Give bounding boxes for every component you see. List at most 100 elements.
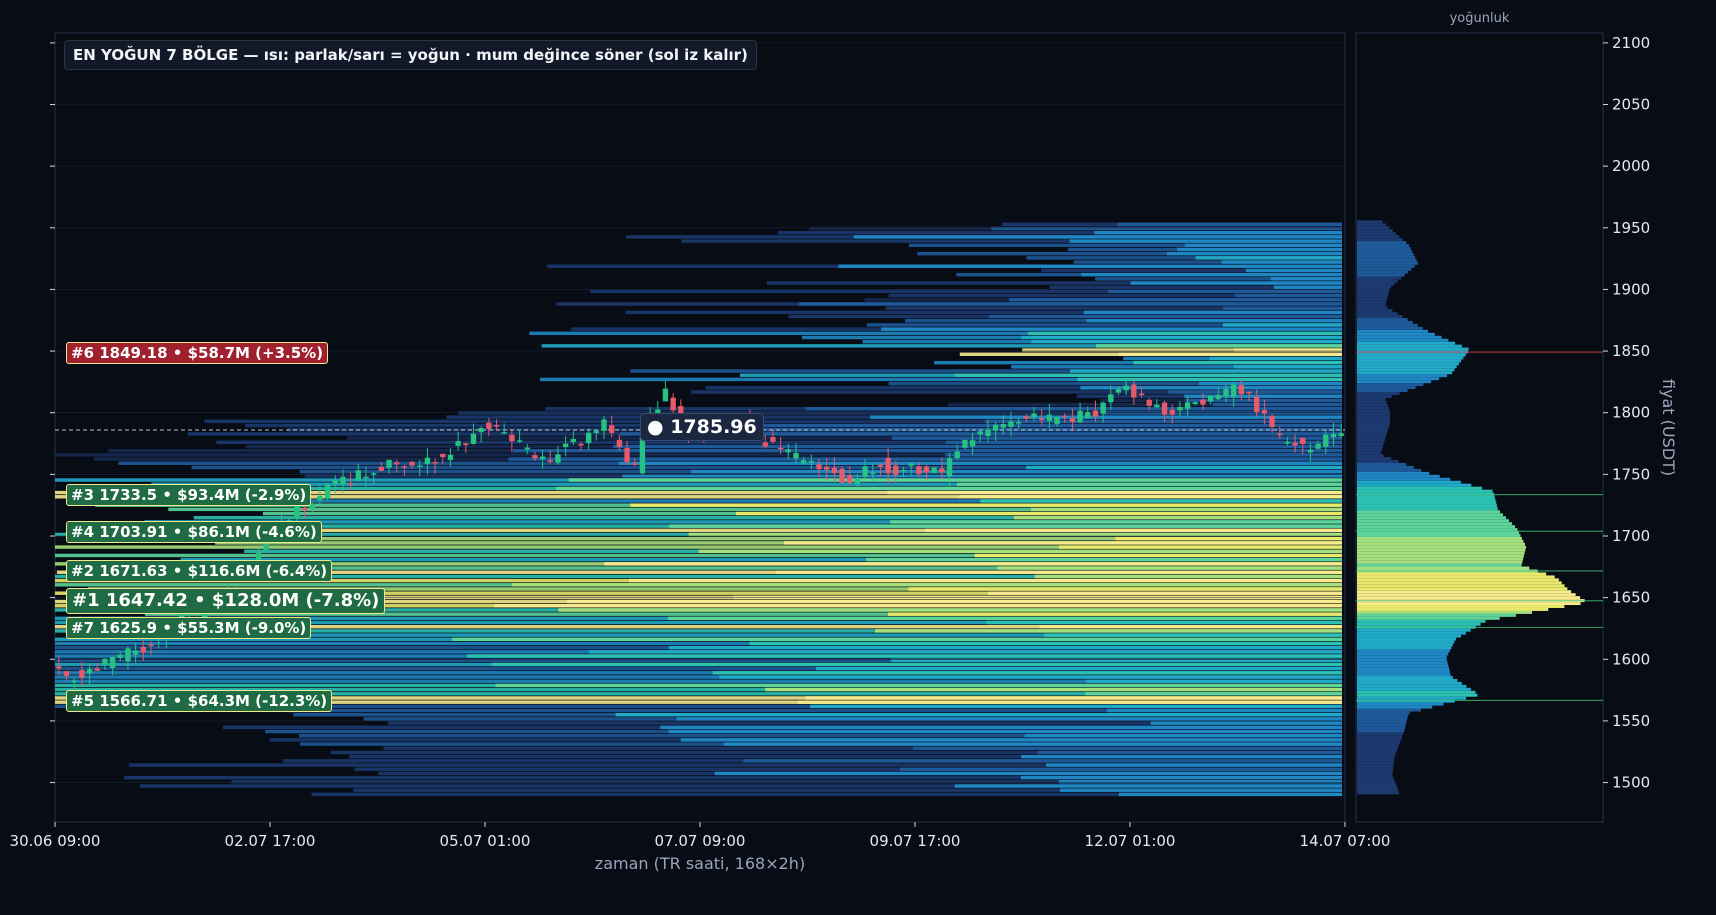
profile-bar: [1357, 477, 1451, 481]
candle-body: [1085, 412, 1091, 418]
heat-band-bright: [491, 662, 1343, 667]
chart-title: EN YOĞUN 7 BÖLGE — ısı: parlak/sarı = yo…: [64, 40, 757, 70]
heat-band-bright: [1168, 390, 1342, 394]
candle-body: [762, 442, 768, 447]
candle-body: [378, 466, 385, 471]
candle-body: [1138, 393, 1145, 396]
profile-bar: [1357, 693, 1478, 697]
candle-body: [401, 466, 408, 468]
profile-bar: [1357, 670, 1450, 674]
profile-bar: [1357, 643, 1453, 647]
heat-band-bright: [986, 620, 1342, 625]
profile-bar: [1357, 616, 1500, 620]
candle-body: [1146, 399, 1152, 406]
candle-body: [632, 463, 638, 465]
candle-body: [1015, 422, 1022, 424]
profile-bar: [1357, 421, 1390, 425]
heat-band-bright: [891, 436, 1342, 440]
heat-band-bright: [558, 608, 1342, 612]
candle-body: [670, 397, 676, 411]
candle-body: [71, 680, 77, 683]
heat-band-bright: [991, 226, 1342, 231]
candle-body: [962, 439, 968, 448]
heat-band-bright: [866, 557, 1342, 562]
profile-bar: [1357, 326, 1423, 330]
heat-band-bright: [899, 767, 1342, 771]
heat-band-bright: [556, 486, 1342, 491]
profile-bar: [1357, 750, 1397, 753]
candle-body: [86, 668, 93, 674]
heat-band-bright: [615, 713, 1342, 717]
candle-body: [939, 468, 945, 473]
profile-bar: [1357, 501, 1497, 505]
profile-bar: [1357, 593, 1576, 597]
candle-body: [447, 454, 454, 461]
profile-bar: [1357, 380, 1432, 384]
profile-bar: [1357, 454, 1384, 458]
profile-bar: [1357, 451, 1382, 455]
heat-band-bright: [494, 604, 1342, 608]
profile-bar: [1357, 788, 1398, 792]
candle-body: [777, 447, 784, 450]
profile-bar: [1357, 678, 1458, 682]
profile-bar: [1357, 702, 1444, 706]
heat-band-bright: [908, 587, 1342, 591]
candle-body: [1023, 416, 1030, 419]
candle-body: [94, 668, 100, 671]
profile-bar: [1357, 273, 1405, 277]
zone-label-6: #6 1849.18 • $58.7M (+3.5%): [66, 341, 329, 364]
candle-body: [946, 458, 953, 477]
heat-band-bright: [1046, 763, 1342, 767]
heat-band-bright: [1069, 239, 1342, 243]
profile-bar: [1357, 267, 1412, 271]
heat-band-bright: [671, 423, 1342, 428]
y-axis-title: fiyat (USDT): [1659, 379, 1678, 476]
heat-band-bright: [945, 453, 1342, 457]
profile-bar: [1357, 341, 1456, 345]
heat-band-bright: [1085, 679, 1342, 683]
profile-bar: [1357, 717, 1408, 721]
candle-body: [140, 646, 146, 653]
candle-body: [662, 388, 669, 402]
profile-bar: [1357, 323, 1418, 327]
candle-body: [1077, 410, 1083, 423]
candle-body: [555, 454, 561, 463]
candle-body: [624, 448, 630, 463]
heat-band-bright: [1027, 331, 1342, 336]
heat-band-bright: [1176, 247, 1342, 252]
heat-band-bright: [875, 629, 1342, 633]
heat-band-bright: [630, 503, 1342, 507]
heat-band-bright: [805, 696, 1342, 700]
heat-band-bright: [997, 566, 1342, 570]
profile-bar: [1357, 338, 1449, 342]
heat-band-bright: [613, 444, 1342, 449]
heat-band-bright: [743, 759, 1342, 763]
profile-bar: [1357, 303, 1386, 307]
candle-body: [1238, 385, 1245, 395]
profile-bar: [1357, 723, 1406, 727]
profile-bar: [1357, 492, 1494, 496]
heat-band-bright: [1212, 402, 1342, 407]
candle-body: [532, 455, 538, 459]
candle-body: [862, 466, 868, 478]
profile-bar: [1357, 767, 1393, 771]
profile-bar: [1357, 220, 1383, 224]
candle-body: [1223, 389, 1229, 397]
profile-bar: [1357, 572, 1547, 576]
candle-body: [102, 658, 108, 665]
profile-bar: [1357, 602, 1581, 606]
candle-body: [1338, 433, 1344, 437]
heat-band-bright: [810, 704, 1342, 709]
heat-band-bright: [1198, 381, 1342, 386]
profile-bar: [1357, 714, 1409, 718]
profile-bar: [1357, 779, 1395, 783]
profile-bar: [1357, 320, 1413, 324]
x-tick-label: 07.07 09:00: [655, 832, 746, 850]
candle-body: [1300, 438, 1306, 445]
profile-bar: [1357, 732, 1404, 736]
profile-bar: [1357, 661, 1448, 665]
candle-body: [1207, 395, 1214, 402]
heat-band-bright: [1026, 465, 1342, 470]
profile-bar: [1357, 510, 1501, 514]
heat-band-bright: [668, 645, 1342, 650]
